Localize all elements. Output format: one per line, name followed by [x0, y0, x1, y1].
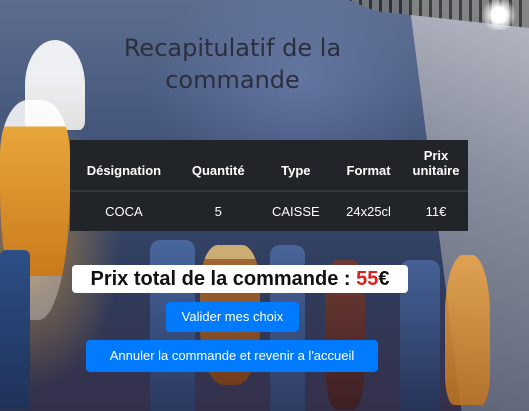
order-total: Prix total de la commande : 55€	[72, 265, 408, 293]
table-header-row: Désignation Quantité Type Format Prix un…	[70, 140, 468, 192]
column-header-unit-price: Prix unitaire	[404, 140, 468, 192]
validate-choices-button[interactable]: Valider mes choix	[166, 302, 299, 332]
page-title: Recapitulatif de la commande	[123, 34, 342, 94]
cancel-order-button[interactable]: Annuler la commande et revenir a l'accue…	[86, 340, 378, 372]
column-header-type: Type	[258, 140, 334, 192]
beer-glass	[445, 255, 490, 405]
table-row: COCA 5 CAISSE 24x25cl 11€	[70, 190, 468, 231]
cell-format: 24x25cl	[333, 190, 404, 231]
cell-unit-price: 11€	[404, 190, 468, 231]
background-light	[479, 0, 519, 30]
cell-type: CAISSE	[258, 190, 334, 231]
column-header-quantity: Quantité	[177, 140, 259, 192]
column-header-designation: Désignation	[70, 140, 178, 192]
order-total-label: Prix total de la commande :	[90, 268, 357, 290]
order-summary-table: Désignation Quantité Type Format Prix un…	[70, 140, 468, 231]
cell-designation: COCA	[70, 190, 178, 231]
beer-bottle	[0, 250, 30, 410]
column-header-format: Format	[333, 140, 404, 192]
order-total-currency: €	[378, 268, 390, 290]
cell-quantity: 5	[177, 190, 259, 231]
order-total-amount: 55	[356, 268, 379, 290]
